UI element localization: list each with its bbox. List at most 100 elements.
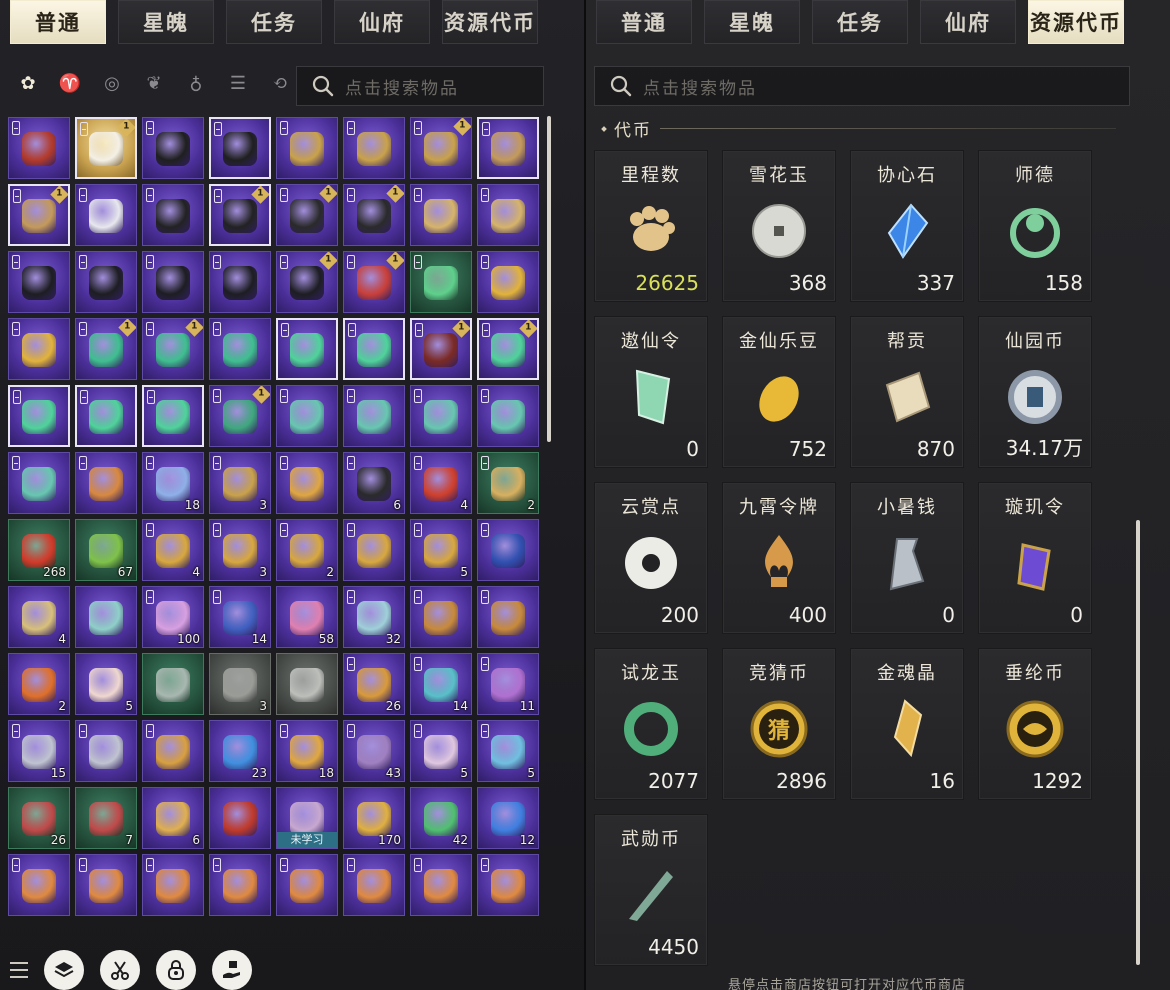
item-slot[interactable] [410,586,472,648]
currency-card[interactable]: 仙园币 34.17万 [978,316,1092,468]
item-slot[interactable] [410,251,472,313]
item-slot[interactable] [410,854,472,916]
layers-button[interactable] [44,950,84,990]
item-slot[interactable]: 43 [343,720,405,782]
item-slot[interactable] [477,117,539,179]
item-slot[interactable] [477,519,539,581]
item-slot[interactable]: 5 [75,653,137,715]
tab-left-3[interactable]: 仙府 [334,0,430,44]
item-slot[interactable] [209,854,271,916]
item-slot[interactable]: 3 [209,452,271,514]
item-slot[interactable] [410,184,472,246]
currency-card[interactable]: 里程数 26625 [594,150,708,302]
item-slot[interactable]: 1 [343,184,405,246]
item-slot[interactable] [75,184,137,246]
item-slot[interactable] [343,385,405,447]
item-slot[interactable] [142,854,204,916]
accessory-icon[interactable]: ◎ [96,66,128,100]
item-slot[interactable]: 4 [142,519,204,581]
item-slot[interactable]: 1 [209,385,271,447]
item-slot[interactable] [477,251,539,313]
currency-card[interactable]: 师德 158 [978,150,1092,302]
item-slot[interactable]: 100 [142,586,204,648]
tab-right-3[interactable]: 仙府 [920,0,1016,44]
item-slot[interactable]: 7 [75,787,137,849]
item-slot[interactable] [477,586,539,648]
lock-bag-button[interactable] [156,950,196,990]
item-slot[interactable] [276,854,338,916]
item-slot[interactable]: 3 [209,519,271,581]
item-slot[interactable] [75,720,137,782]
item-slot[interactable] [142,720,204,782]
item-slot[interactable] [276,452,338,514]
currency-card[interactable]: 试龙玉 2077 [594,648,708,800]
tab-right-0[interactable]: 普通 [596,0,692,44]
tab-left-2[interactable]: 任务 [226,0,322,44]
currency-search-input[interactable]: 点击搜索物品 [594,66,1130,106]
item-slot[interactable] [477,854,539,916]
currency-card[interactable]: 云赏点 200 [594,482,708,634]
decompose-button[interactable] [100,950,140,990]
item-slot[interactable]: 1 [410,117,472,179]
item-slot[interactable]: 1 [477,318,539,380]
tab-right-1[interactable]: 星魄 [704,0,800,44]
item-slot[interactable] [142,184,204,246]
item-slot[interactable] [8,251,70,313]
currency-card[interactable]: 帮贡 870 [850,316,964,468]
item-slot[interactable]: 6 [142,787,204,849]
item-slot[interactable]: 170 [343,787,405,849]
item-slot[interactable]: 268 [8,519,70,581]
item-slot[interactable]: 4 [8,586,70,648]
item-slot[interactable] [142,385,204,447]
item-slot[interactable]: 1 [8,184,70,246]
item-slot[interactable] [343,854,405,916]
item-slot[interactable] [209,318,271,380]
inventory-search-input[interactable]: 点击搜索物品 [296,66,544,106]
item-slot[interactable]: 18 [142,452,204,514]
item-slot[interactable] [209,251,271,313]
currency-card[interactable]: 竞猜币猜 2896 [722,648,836,800]
item-slot[interactable]: 1 [75,117,137,179]
item-slot[interactable]: 5 [410,519,472,581]
item-slot[interactable]: 18 [276,720,338,782]
item-slot[interactable]: 4 [410,452,472,514]
item-slot[interactable]: 26 [343,653,405,715]
item-slot[interactable]: 1 [410,318,472,380]
potion-icon[interactable]: ♁ [180,66,212,100]
item-slot[interactable] [8,318,70,380]
item-slot[interactable]: 23 [209,720,271,782]
item-slot[interactable]: 1 [343,251,405,313]
tab-right-4[interactable]: 资源代币 [1028,0,1124,44]
item-slot[interactable] [142,251,204,313]
item-slot[interactable]: 14 [410,653,472,715]
clothing-icon[interactable]: ♈ [54,66,86,100]
item-slot[interactable] [209,787,271,849]
give-item-button[interactable] [212,950,252,990]
item-slot[interactable] [276,318,338,380]
item-slot[interactable]: 26 [8,787,70,849]
item-slot[interactable] [343,117,405,179]
currency-scrollbar[interactable] [1136,520,1140,965]
item-slot[interactable]: 14 [209,586,271,648]
item-slot[interactable] [343,318,405,380]
item-slot[interactable]: 58 [276,586,338,648]
currency-card[interactable]: 垂纶币 1292 [978,648,1092,800]
item-slot[interactable] [477,184,539,246]
currency-card[interactable]: 璇玑令 0 [978,482,1092,634]
item-slot[interactable]: 11 [477,653,539,715]
refresh-icon[interactable]: ⟲ [264,66,296,100]
item-slot[interactable] [75,452,137,514]
item-slot[interactable] [276,653,338,715]
item-slot[interactable] [8,117,70,179]
item-slot[interactable] [75,854,137,916]
currency-card[interactable]: 九霄令牌 400 [722,482,836,634]
item-slot[interactable] [410,385,472,447]
item-slot[interactable]: 5 [477,720,539,782]
item-slot[interactable] [8,385,70,447]
item-slot[interactable]: 3 [209,653,271,715]
item-slot[interactable]: 2 [276,519,338,581]
item-slot[interactable] [343,519,405,581]
misc-icon[interactable]: ☰ [222,66,254,100]
inventory-scrollbar[interactable] [547,116,551,442]
item-slot[interactable]: 1 [276,251,338,313]
